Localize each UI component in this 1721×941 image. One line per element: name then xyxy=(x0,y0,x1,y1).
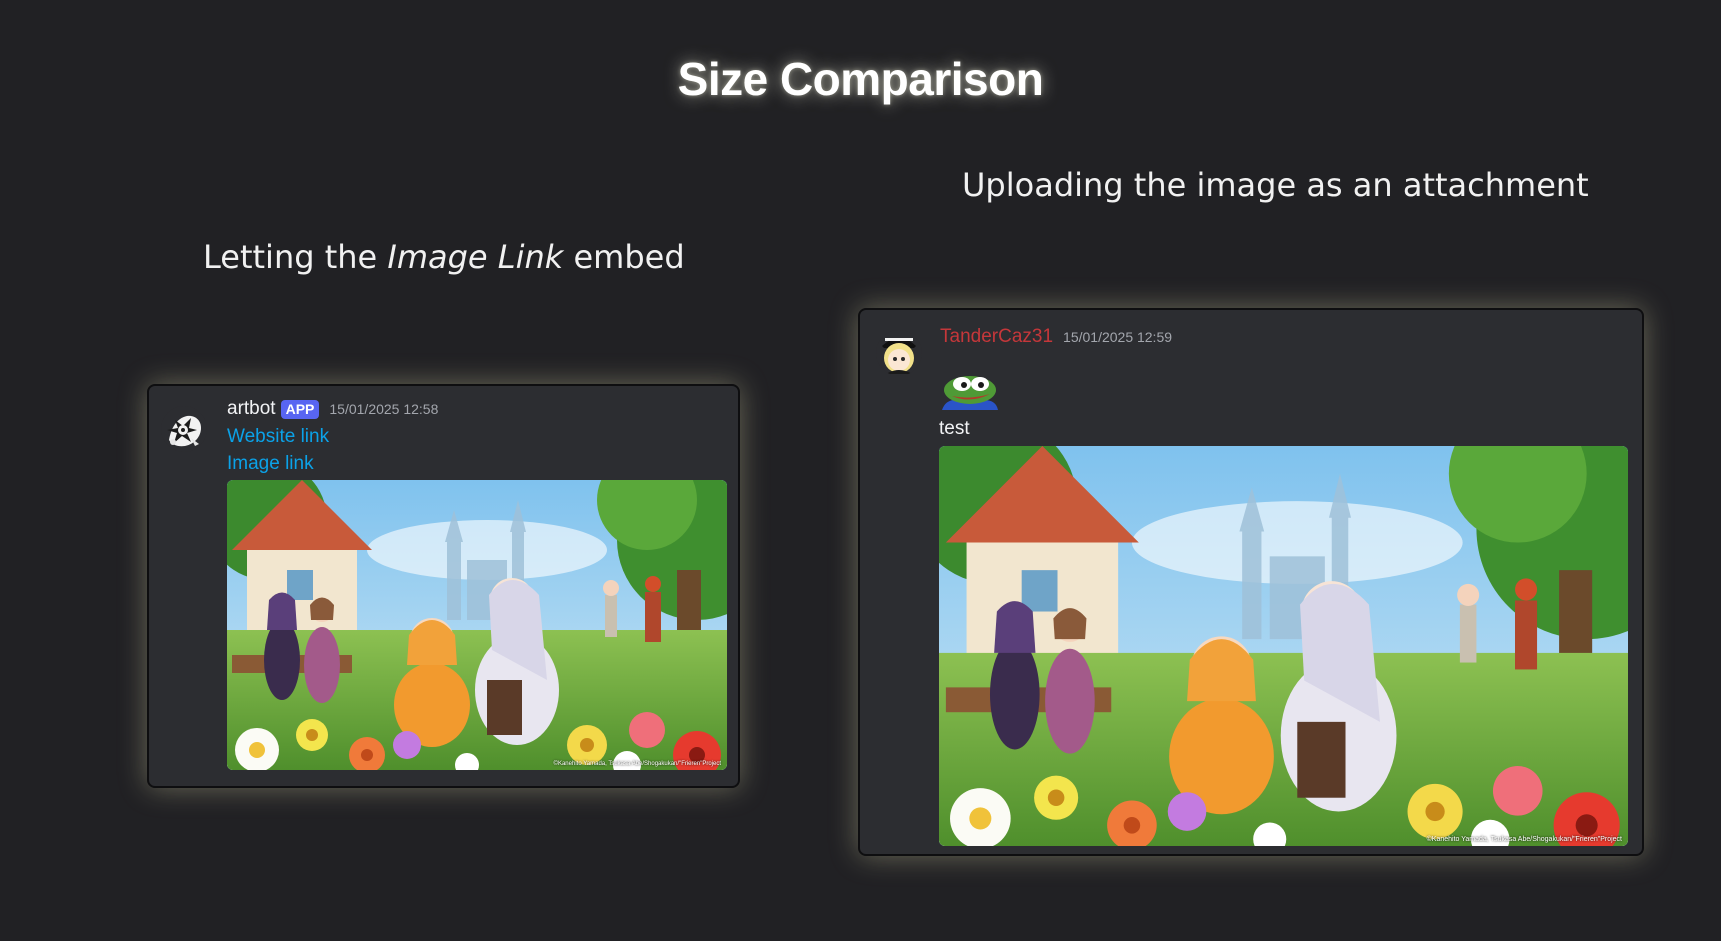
username[interactable]: artbot xyxy=(227,398,276,420)
caption-left-emphasis: Image Link xyxy=(387,238,564,276)
artwork-illustration xyxy=(227,480,727,770)
message-header: artbot APP 15/01/2025 12:58 xyxy=(227,398,438,420)
message-text: test xyxy=(939,418,970,439)
message-header: TanderCaz31 15/01/2025 12:59 xyxy=(940,326,1172,348)
attached-artwork-image[interactable]: ©Kanehito Yamada, Tsukasa Abe/Shogakukan… xyxy=(939,446,1628,846)
timestamp[interactable]: 15/01/2025 12:59 xyxy=(1063,329,1172,345)
page-title: Size Comparison xyxy=(677,53,1044,105)
user-avatar-icon[interactable] xyxy=(876,330,922,376)
image-copyright: ©Kanehito Yamada, Tsukasa Abe/Shogakukan… xyxy=(1426,836,1622,843)
timestamp[interactable]: 15/01/2025 12:58 xyxy=(329,401,438,417)
app-badge: APP xyxy=(280,399,320,419)
discord-message-embed-card: artbot APP 15/01/2025 12:58 Website link… xyxy=(147,384,740,788)
caption-left-prefix: Letting the xyxy=(203,238,388,276)
image-link[interactable]: Image link xyxy=(227,453,314,475)
embedded-artwork-image[interactable]: ©Kanehito Yamada, Tsukasa Abe/Shogakukan… xyxy=(227,480,727,770)
caption-attachment-upload: Uploading the image as an attachment xyxy=(962,166,1589,204)
discord-message-attachment-card: TanderCaz31 15/01/2025 12:59 test ©Kaneh… xyxy=(858,308,1644,856)
artwork-illustration xyxy=(939,446,1628,846)
artbot-avatar-icon[interactable] xyxy=(161,406,207,452)
size-comparison-page: Size Comparison Letting the Image Link e… xyxy=(0,0,1721,941)
username[interactable]: TanderCaz31 xyxy=(940,326,1053,348)
caption-image-link-embed: Letting the Image Link embed xyxy=(203,238,685,276)
website-link[interactable]: Website link xyxy=(227,426,329,448)
pepe-frog-emoji-icon[interactable] xyxy=(940,370,998,410)
image-copyright: ©Kanehito Yamada, Tsukasa Abe/Shogakukan… xyxy=(553,761,721,767)
caption-left-suffix: embed xyxy=(563,238,685,276)
